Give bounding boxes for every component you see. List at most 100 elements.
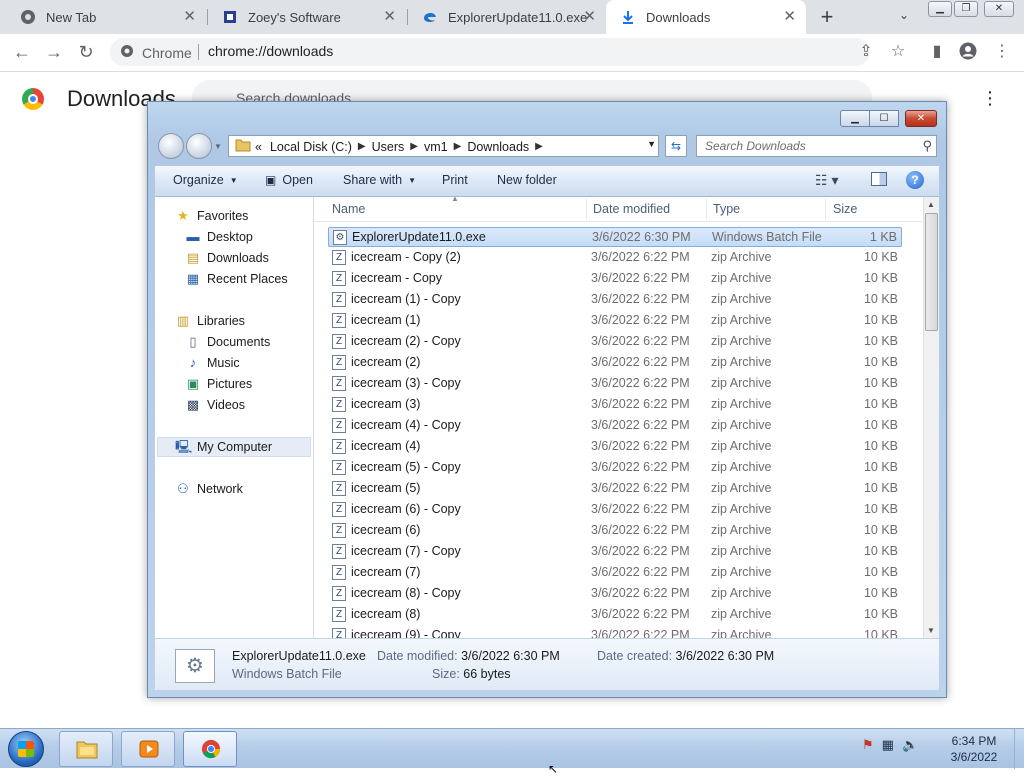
organize-button[interactable]: Organize ▼ (173, 173, 238, 187)
url-text[interactable]: chrome://downloads (208, 43, 333, 59)
new-folder-button[interactable]: New folder (497, 173, 557, 187)
maximize-button[interactable]: ☐ (869, 110, 899, 127)
nav-documents[interactable]: ▯ Documents (185, 335, 270, 350)
chevron-down-icon[interactable]: ▼ (214, 142, 222, 151)
tab-downloads[interactable]: Downloads ✕ (606, 0, 806, 34)
profile-icon[interactable] (958, 42, 978, 62)
file-row[interactable]: Zicecream (6) - Copy 3/6/2022 6:22 PM zip … (328, 500, 902, 520)
chevron-right-icon[interactable]: ▶ (358, 141, 366, 152)
minimize-button[interactable]: ▁ (928, 1, 952, 17)
vertical-scrollbar[interactable]: ▲ ▼ (923, 197, 939, 638)
network-icon[interactable]: ▦ (882, 737, 894, 753)
show-desktop-button[interactable] (1014, 729, 1024, 769)
scroll-down-arrow-icon[interactable]: ▼ (927, 626, 935, 635)
chevron-down-icon[interactable]: ▼ (647, 139, 656, 149)
share-icon[interactable]: ⇪ (856, 42, 876, 62)
close-button[interactable]: ✕ (905, 110, 937, 127)
tab-zoeys-software[interactable]: Zoey's Software ✕ (208, 0, 406, 34)
chevron-down-icon[interactable]: ⌄ (896, 8, 912, 24)
close-icon[interactable]: ✕ (783, 9, 796, 25)
chevron-right-icon[interactable]: ▶ (454, 141, 462, 152)
file-row[interactable]: Zicecream (1) 3/6/2022 6:22 PM zip Archive… (328, 311, 902, 331)
taskbar-chrome-button[interactable] (183, 731, 237, 767)
file-row[interactable]: Zicecream (7) 3/6/2022 6:22 PM zip Archive… (328, 563, 902, 583)
taskbar-media-player-button[interactable] (121, 731, 175, 767)
explorer-search-input[interactable]: Search Downloads ⚲ (696, 135, 937, 157)
close-button[interactable]: ✕ (984, 1, 1014, 17)
column-divider[interactable] (586, 199, 587, 219)
column-divider[interactable] (825, 199, 826, 219)
search-icon[interactable]: ⚲ (922, 138, 932, 154)
refresh-icon[interactable]: ⇆ (665, 135, 687, 157)
breadcrumb-vm1[interactable]: vm1 (424, 140, 448, 154)
file-row[interactable]: Zicecream (6) 3/6/2022 6:22 PM zip Archive… (328, 521, 902, 541)
nav-music[interactable]: ♪ Music (185, 356, 240, 371)
print-button[interactable]: Print (442, 173, 468, 187)
back-arrow-icon[interactable]: ← (10, 40, 34, 64)
file-row[interactable]: Zicecream (5) - Copy 3/6/2022 6:22 PM zip … (328, 458, 902, 478)
close-icon[interactable]: ✕ (583, 9, 596, 25)
action-center-icon[interactable]: ⚑ (862, 737, 874, 753)
back-button[interactable] (158, 133, 184, 159)
minimize-button[interactable]: ▁ (840, 110, 870, 127)
forward-arrow-icon[interactable]: → (42, 40, 66, 64)
kebab-menu-icon[interactable]: ⋮ (992, 42, 1012, 62)
new-tab-button[interactable]: + (814, 4, 840, 30)
file-row[interactable]: Zicecream (9) - Copy 3/6/2022 6:22 PM zip … (328, 626, 902, 638)
file-row[interactable]: Zicecream (7) - Copy 3/6/2022 6:22 PM zip … (328, 542, 902, 562)
nav-recent-places[interactable]: ▦ Recent Places (185, 272, 288, 287)
scroll-up-arrow-icon[interactable]: ▲ (927, 200, 935, 209)
volume-icon[interactable]: 🔈 (902, 737, 918, 753)
close-icon[interactable]: ✕ (183, 9, 196, 25)
breadcrumb-downloads[interactable]: Downloads (467, 140, 529, 154)
site-info-chip[interactable]: Chrome (120, 44, 192, 62)
file-row[interactable]: ⚙ ExplorerUpdate11.0.exe 3/6/2022 6:30 PM W… (328, 227, 902, 247)
file-row[interactable]: Zicecream (5) 3/6/2022 6:22 PM zip Archive… (328, 479, 902, 499)
column-name[interactable]: Name (332, 202, 365, 216)
start-button[interactable] (8, 731, 44, 767)
nav-downloads[interactable]: ▤ Downloads (185, 251, 269, 266)
column-date-modified[interactable]: Date modified (593, 202, 670, 216)
file-row[interactable]: Zicecream (8) 3/6/2022 6:22 PM zip Archive… (328, 605, 902, 625)
more-actions-icon[interactable]: ⋮ (980, 88, 1000, 112)
scrollbar-thumb[interactable] (925, 213, 938, 331)
file-row[interactable]: Zicecream (4) - Copy 3/6/2022 6:22 PM zip … (328, 416, 902, 436)
tab-new-tab[interactable]: New Tab ✕ (6, 0, 206, 34)
view-options-icon[interactable]: ☷ ▾ (815, 172, 838, 189)
tab-explorer-update[interactable]: ExplorerUpdate11.0.exe ✕ (408, 0, 606, 34)
address-bar[interactable]: Chrome chrome://downloads (110, 38, 870, 66)
help-icon[interactable]: ? (906, 171, 924, 189)
file-row[interactable]: Zicecream (1) - Copy 3/6/2022 6:22 PM zip … (328, 290, 902, 310)
clock[interactable]: 6:34 PM 3/6/2022 (938, 733, 1010, 765)
chevron-right-icon[interactable]: ▶ (535, 141, 543, 152)
breadcrumb-overflow[interactable]: « (255, 140, 262, 154)
breadcrumb-users[interactable]: Users (372, 140, 405, 154)
open-button[interactable]: ▣ Open (265, 173, 313, 187)
preview-pane-icon[interactable] (871, 172, 887, 186)
taskbar-explorer-button[interactable] (59, 731, 113, 767)
nav-network[interactable]: ⚇ Network (175, 482, 243, 497)
column-divider[interactable] (706, 199, 707, 219)
close-icon[interactable]: ✕ (383, 9, 396, 25)
file-row[interactable]: Zicecream (8) - Copy 3/6/2022 6:22 PM zip … (328, 584, 902, 604)
forward-button[interactable] (186, 133, 212, 159)
reload-icon[interactable]: ↻ (74, 40, 98, 64)
file-row[interactable]: Zicecream (2) - Copy 3/6/2022 6:22 PM zip … (328, 332, 902, 352)
breadcrumb-local-disk[interactable]: Local Disk (C:) (270, 140, 352, 154)
column-size[interactable]: Size (833, 202, 857, 216)
nav-libraries[interactable]: ▥ Libraries (175, 314, 245, 329)
restore-button[interactable]: ❐ (954, 1, 978, 17)
nav-desktop[interactable]: ▬ Desktop (185, 230, 253, 245)
file-row[interactable]: Zicecream - Copy (2) 3/6/2022 6:22 PM zip … (328, 248, 902, 268)
star-icon[interactable]: ☆ (888, 42, 908, 62)
nav-pictures[interactable]: ▣ Pictures (185, 377, 252, 392)
share-with-button[interactable]: Share with ▼ (343, 173, 416, 187)
nav-favorites[interactable]: ★ Favorites (175, 209, 248, 224)
column-type[interactable]: Type (713, 202, 740, 216)
file-row[interactable]: Zicecream - Copy 3/6/2022 6:22 PM zip Arch… (328, 269, 902, 289)
explorer-address-bar[interactable]: « Local Disk (C:) ▶ Users ▶ vm1 ▶ Downlo… (228, 135, 659, 157)
file-row[interactable]: Zicecream (3) - Copy 3/6/2022 6:22 PM zip … (328, 374, 902, 394)
file-row[interactable]: Zicecream (4) 3/6/2022 6:22 PM zip Archive… (328, 437, 902, 457)
side-panel-icon[interactable]: ▮ (927, 42, 947, 62)
file-row[interactable]: Zicecream (2) 3/6/2022 6:22 PM zip Archive… (328, 353, 902, 373)
